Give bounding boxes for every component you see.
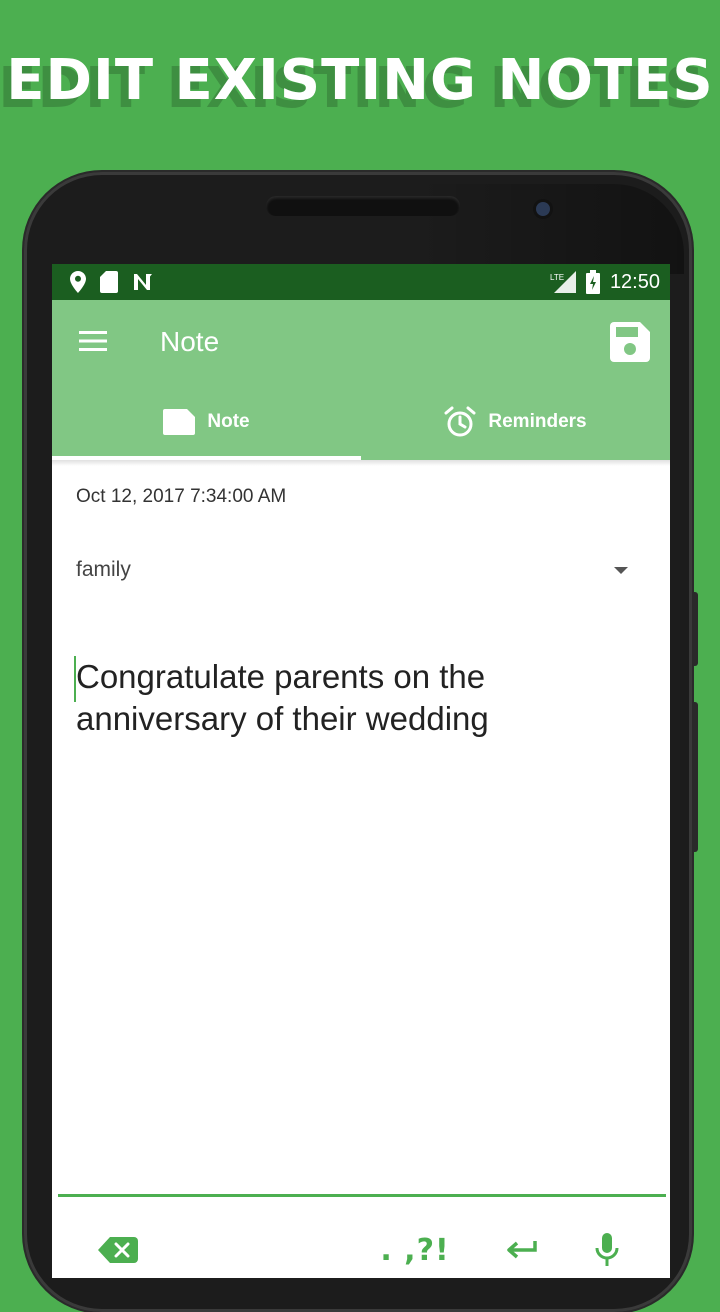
note-icon bbox=[163, 409, 196, 435]
backspace-key[interactable] bbox=[96, 1230, 140, 1270]
note-body-input[interactable]: Congratulate parents on the anniversary … bbox=[74, 656, 636, 740]
tab-reminders[interactable]: Reminders bbox=[361, 384, 670, 460]
status-time: 12:50 bbox=[609, 270, 660, 293]
phone-camera bbox=[536, 202, 550, 216]
svg-text:LTE: LTE bbox=[550, 273, 564, 282]
enter-key[interactable] bbox=[504, 1230, 540, 1270]
battery-icon bbox=[585, 270, 600, 294]
phone-speaker bbox=[266, 196, 460, 216]
app-title: Note bbox=[160, 326, 220, 357]
power-button bbox=[692, 702, 698, 852]
category-value: family bbox=[76, 558, 131, 581]
volume-button bbox=[692, 592, 698, 666]
tabs-shadow bbox=[52, 460, 670, 466]
status-icons-left bbox=[70, 271, 154, 293]
hamburger-menu-icon bbox=[79, 331, 107, 351]
backspace-icon bbox=[98, 1237, 138, 1263]
enter-icon bbox=[507, 1241, 537, 1259]
app-screen: LTE 12:50 Note Note Reminders Oct 12, 20… bbox=[52, 264, 670, 1278]
category-dropdown[interactable]: family bbox=[76, 554, 628, 590]
note-body-text: Congratulate parents on the anniversary … bbox=[76, 658, 489, 737]
save-button[interactable] bbox=[610, 322, 650, 362]
status-icons-right: LTE 12:50 bbox=[550, 270, 660, 294]
sd-card-icon bbox=[100, 271, 118, 293]
tab-note[interactable]: Note bbox=[52, 384, 361, 460]
n-notification-icon bbox=[134, 274, 152, 290]
app-bar: Note bbox=[52, 300, 670, 384]
dropdown-arrow-icon bbox=[614, 567, 628, 574]
lte-signal-icon: LTE bbox=[550, 271, 576, 293]
text-cursor bbox=[74, 656, 76, 702]
keyboard-divider bbox=[58, 1194, 666, 1197]
status-bar: LTE 12:50 bbox=[52, 264, 670, 300]
microphone-key[interactable] bbox=[592, 1230, 622, 1270]
tab-bar: Note Reminders bbox=[52, 384, 670, 460]
note-date: Oct 12, 2017 7:34:00 AM bbox=[76, 486, 287, 507]
promo-headline: EDIT EXISTING NOTES bbox=[6, 48, 714, 113]
alarm-clock-icon bbox=[444, 406, 476, 437]
punctuation-key[interactable]: . ,?! bbox=[380, 1230, 450, 1270]
location-icon bbox=[70, 271, 86, 293]
tab-reminders-label: Reminders bbox=[488, 411, 587, 432]
save-floppy-icon bbox=[610, 322, 650, 362]
tab-note-label: Note bbox=[207, 411, 250, 432]
microphone-icon bbox=[595, 1233, 619, 1266]
menu-button[interactable] bbox=[78, 328, 108, 354]
